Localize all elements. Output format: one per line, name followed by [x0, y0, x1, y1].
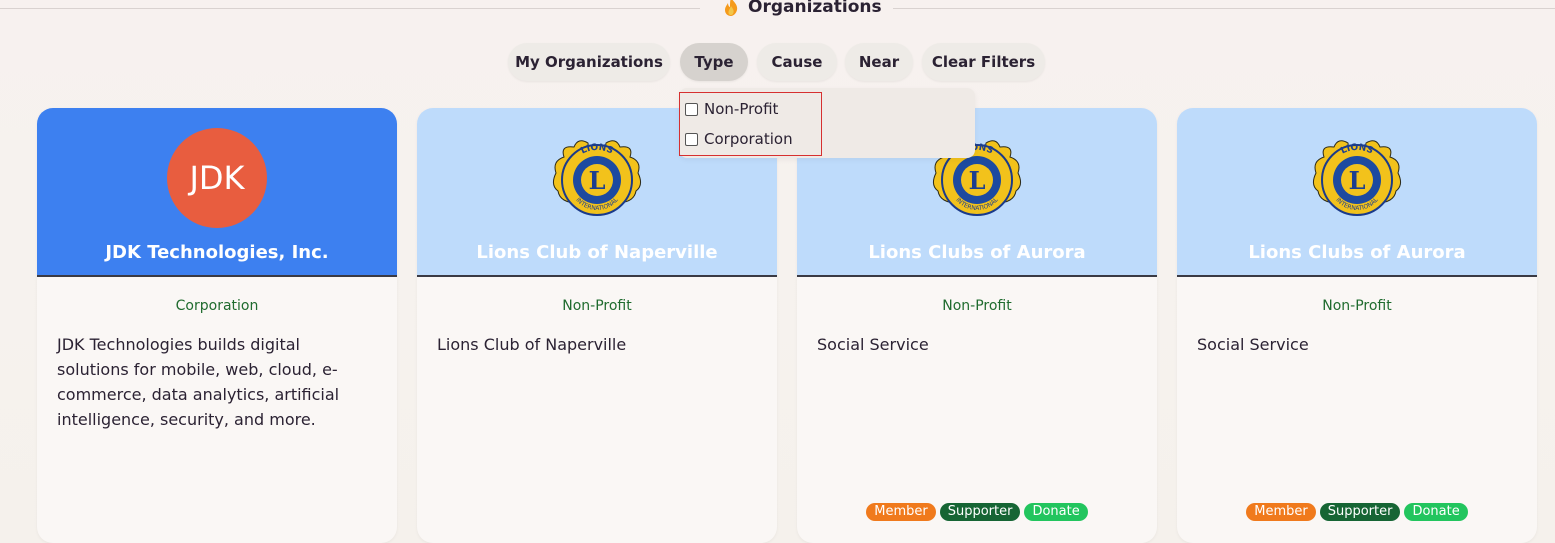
org-type: Corporation [175, 298, 259, 314]
svg-text:L: L [969, 166, 986, 195]
org-type: Non-Profit [942, 298, 1012, 314]
donate-badge[interactable]: Donate [1404, 503, 1468, 521]
svg-text:L: L [1349, 166, 1366, 195]
my-organizations-button[interactable]: My Organizations [508, 43, 670, 81]
section-header: Organizations [0, 0, 1555, 18]
org-name[interactable]: Lions Clubs of Aurora [1177, 242, 1537, 263]
section-title: Organizations [722, 0, 882, 17]
non-profit-checkbox[interactable] [685, 102, 698, 116]
section-title-text: Organizations [748, 0, 882, 17]
card-header: JDK JDK Technologies, Inc. [37, 108, 397, 277]
option-label: Non-Profit [704, 100, 779, 118]
org-description: JDK Technologies builds digital solution… [57, 335, 340, 429]
svg-text:L: L [589, 166, 606, 195]
org-card[interactable]: L LIONS INTERNATIONAL Lions Clubs of Aur… [797, 108, 1157, 543]
org-description: Social Service [817, 335, 929, 354]
near-filter-button[interactable]: Near [845, 43, 913, 81]
org-name[interactable]: Lions Clubs of Aurora [797, 242, 1157, 263]
cause-filter-button[interactable]: Cause [757, 43, 837, 81]
corporation-checkbox[interactable] [685, 132, 698, 146]
filter-bar: My Organizations Type Cause Near Clear F… [0, 43, 1555, 83]
supporter-badge[interactable]: Supporter [939, 503, 1021, 521]
option-non-profit[interactable]: Non-Profit [685, 100, 778, 118]
org-description: Lions Club of Naperville [437, 335, 627, 354]
header-divider-left [0, 8, 700, 9]
member-badge[interactable]: Member [866, 503, 936, 521]
header-divider-right [893, 8, 1555, 9]
badge-group: Member Supporter Donate [1177, 503, 1537, 521]
org-type: Non-Profit [562, 298, 632, 314]
org-card[interactable]: JDK JDK Technologies, Inc. Corporation J… [37, 108, 397, 543]
card-header: L LIONS INTERNATIONAL Lions Clubs of Aur… [1177, 108, 1537, 277]
lions-logo: L LIONS INTERNATIONAL [1310, 133, 1404, 231]
org-description: Social Service [1197, 335, 1309, 354]
org-card[interactable]: L LIONS INTERNATIONAL Lions Club of Nape… [417, 108, 777, 543]
org-name[interactable]: Lions Club of Naperville [417, 242, 777, 263]
lions-logo: L LIONS INTERNATIONAL [550, 133, 644, 231]
org-card[interactable]: L LIONS INTERNATIONAL Lions Clubs of Aur… [1177, 108, 1537, 543]
avatar: JDK [167, 128, 267, 228]
supporter-badge[interactable]: Supporter [1319, 503, 1401, 521]
org-type: Non-Profit [1322, 298, 1392, 314]
clear-filters-button[interactable]: Clear Filters [922, 43, 1045, 81]
type-filter-dropdown: Non-Profit Corporation [679, 88, 975, 158]
option-corporation[interactable]: Corporation [685, 130, 793, 148]
option-label: Corporation [704, 130, 793, 148]
type-filter-button[interactable]: Type [680, 43, 748, 81]
donate-badge[interactable]: Donate [1024, 503, 1088, 521]
member-badge[interactable]: Member [1246, 503, 1316, 521]
flame-icon [722, 0, 740, 17]
badge-group: Member Supporter Donate [797, 503, 1157, 521]
org-name[interactable]: JDK Technologies, Inc. [37, 242, 397, 263]
